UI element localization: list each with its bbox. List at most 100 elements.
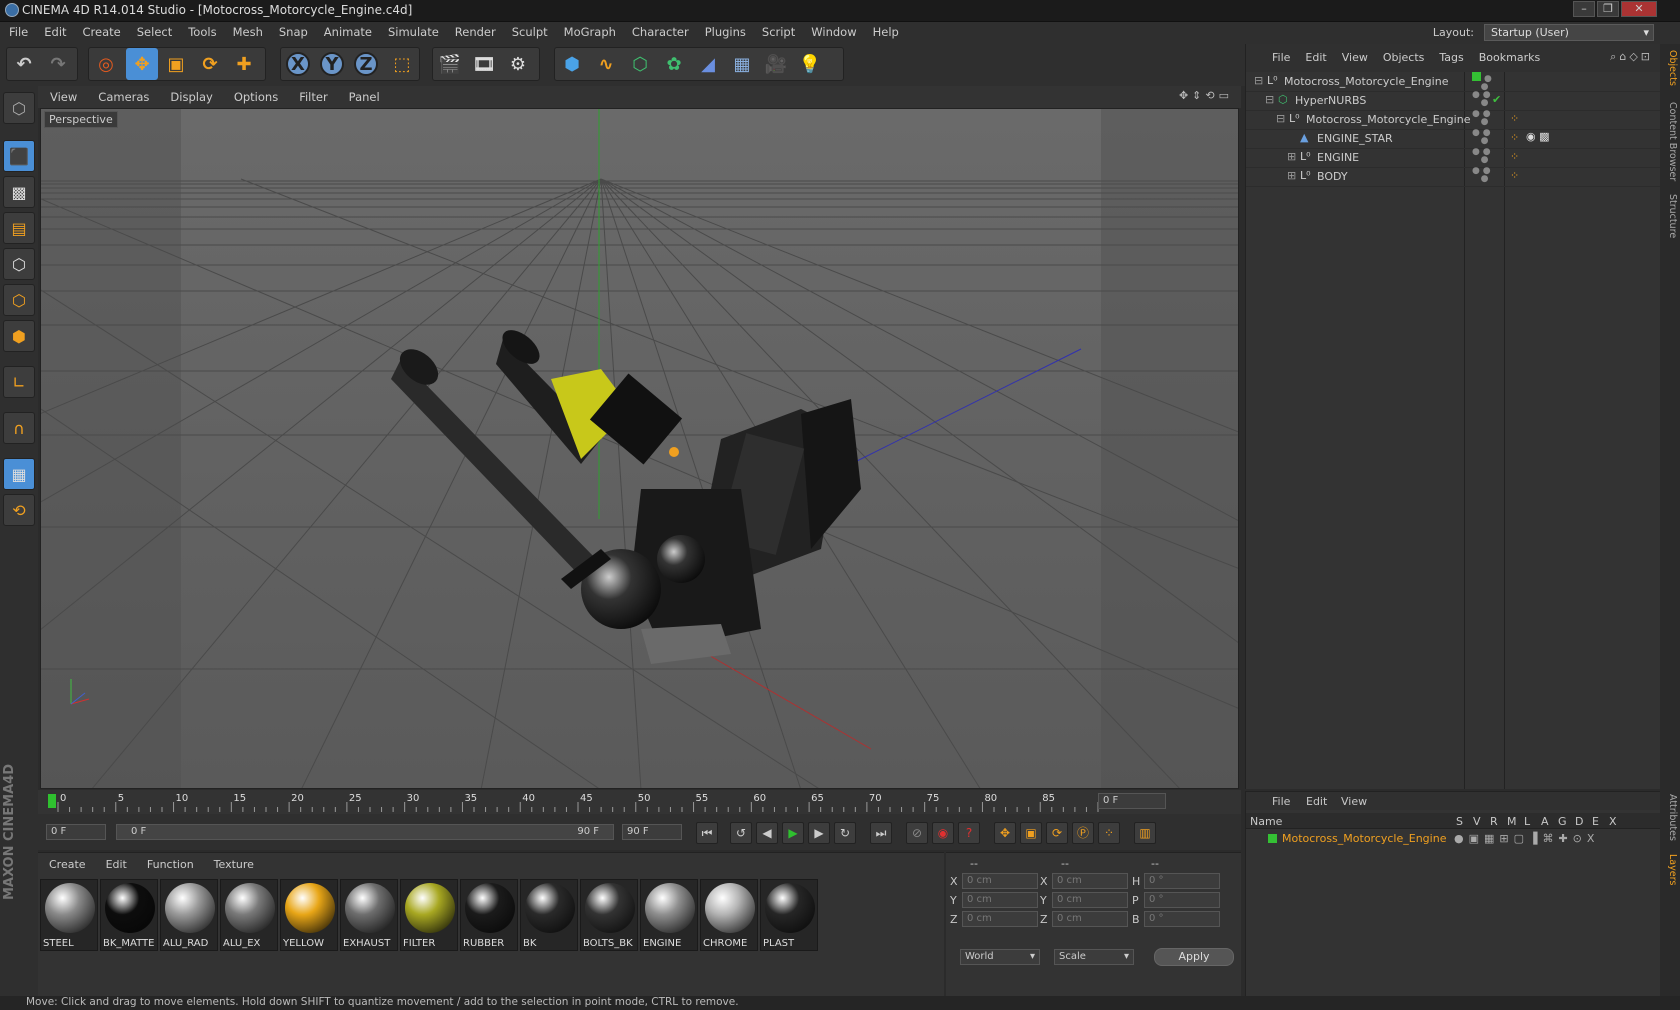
nurbs-subdivision-icon[interactable]: ⬡ [624, 48, 656, 80]
coord-mode-dropdown[interactable]: World ▾ [960, 949, 1040, 965]
scale-key-icon[interactable]: ▣ [1020, 822, 1042, 844]
material-bolts-bk[interactable]: BOLTS_BK [580, 879, 638, 951]
layer-col-a[interactable]: A [1541, 815, 1549, 828]
camera-icon[interactable]: 🎥 [760, 48, 792, 80]
menu-edit[interactable]: Edit [35, 22, 73, 39]
points-mode-icon[interactable]: ⬡ [3, 248, 35, 280]
menu-plugins[interactable]: Plugins [696, 22, 753, 39]
menu-script[interactable]: Script [753, 22, 802, 39]
close-button[interactable]: ✕ [1621, 1, 1657, 17]
previous-key-icon[interactable]: ↺ [730, 822, 752, 844]
render-settings-icon[interactable]: ⚙ [502, 48, 534, 80]
coord-pos-field[interactable]: 0 cm [962, 892, 1038, 908]
polygons-mode-icon[interactable]: ⬢ [3, 320, 35, 352]
material-engine[interactable]: ENGINE [640, 879, 698, 951]
model-mode-icon[interactable]: ⬛ [3, 140, 35, 172]
menu-help[interactable]: Help [864, 22, 906, 39]
object-name[interactable]: HyperNURBS [1295, 94, 1366, 107]
visibility-dots-icon[interactable]: ● ● ● [1472, 148, 1491, 165]
layer-col-s[interactable]: S [1456, 815, 1463, 828]
viewport-menu-view[interactable]: View [38, 86, 86, 104]
object-name[interactable]: ENGINE_STAR [1317, 132, 1393, 145]
undo-icon[interactable]: ↶ [8, 48, 40, 80]
timeline-ruler[interactable]: 051015202530354045505560657075808590 0 F [38, 790, 1241, 814]
light-bulb-icon[interactable]: 💡 [794, 48, 826, 80]
tab-attributes[interactable]: Attributes [1662, 794, 1678, 841]
viewport-camera-label[interactable]: Perspective [44, 111, 118, 128]
current-frame-field[interactable]: 0 F [1098, 793, 1166, 809]
render-picture-viewer-icon[interactable]: 🎞 [468, 48, 500, 80]
viewport-menu-filter[interactable]: Filter [287, 86, 336, 104]
menu-simulate[interactable]: Simulate [379, 22, 446, 39]
axis-mode-icon[interactable]: ∟ [3, 366, 35, 398]
material-bk-matte[interactable]: BK_MATTE [100, 879, 158, 951]
object-menu-objects[interactable]: Objects [1374, 44, 1431, 64]
rotation-key-icon[interactable]: ⟳ [1046, 822, 1068, 844]
next-frame-icon[interactable]: ▶ [808, 822, 830, 844]
make-editable-icon[interactable]: ⬡ [3, 92, 35, 124]
material-rubber[interactable]: RUBBER [460, 879, 518, 951]
tab-objects[interactable]: Objects [1662, 50, 1678, 86]
material-steel[interactable]: STEEL [40, 879, 98, 951]
menu-create[interactable]: Create [74, 22, 128, 39]
perspective-viewport[interactable]: Perspective [40, 108, 1239, 789]
position-key-icon[interactable]: ✥ [994, 822, 1016, 844]
phong-tag-icon[interactable]: ⁘ [1510, 150, 1519, 163]
play-forward-icon[interactable]: ▶ [782, 822, 804, 844]
autokeying-icon[interactable]: ◉ [932, 822, 954, 844]
visibility-dots-icon[interactable]: ● ● ● [1472, 91, 1491, 108]
scale-tool-icon[interactable]: ▣ [160, 48, 192, 80]
workplane-mode-icon[interactable]: ▤ [3, 212, 35, 244]
layer-col-m[interactable]: M [1507, 815, 1517, 828]
search-icon[interactable]: ⌕⌂◇⊡ [1610, 50, 1653, 64]
add-object-tool-icon[interactable]: ✚ [228, 48, 260, 80]
render-view-icon[interactable]: 🎬 [434, 48, 466, 80]
record-active-objects-icon[interactable]: ⊘ [906, 822, 928, 844]
object-row[interactable]: ▲ ENGINE_STAR ● ● ● ⁘ ◉ ▩ [1246, 129, 1661, 149]
material-menu-function[interactable]: Function [136, 853, 203, 871]
expand-toggle-icon[interactable]: ⊞ [1287, 150, 1296, 163]
redo-icon[interactable]: ↷ [42, 48, 74, 80]
layer-toggles-icons[interactable]: ●▣▦⊞▢▐⌘✚⊙X [1454, 832, 1599, 845]
material-menu-edit[interactable]: Edit [95, 853, 136, 871]
object-name[interactable]: ENGINE [1317, 151, 1359, 164]
viewport-menu-options[interactable]: Options [222, 86, 287, 104]
layer-row[interactable]: Motocross_Motorcycle_Engine ●▣▦⊞▢▐⌘✚⊙X [1246, 830, 1661, 848]
maximize-button[interactable]: ❐ [1597, 1, 1619, 17]
viewport-menu-display[interactable]: Display [158, 86, 221, 104]
goto-start-icon[interactable]: ⏮ [696, 822, 718, 844]
layer-menu-file[interactable]: File [1272, 795, 1290, 808]
layout-dropdown[interactable]: Startup (User) ▾ [1484, 24, 1654, 41]
object-row[interactable]: ⊞ L⁰ BODY ● ● ● ⁘ [1246, 167, 1661, 187]
object-row[interactable]: ⊞ L⁰ ENGINE ● ● ● ⁘ [1246, 148, 1661, 168]
phong-tag-icon[interactable]: ⁘ [1510, 112, 1519, 125]
material-alu-ex[interactable]: ALU_EX [220, 879, 278, 951]
expand-toggle-icon[interactable]: ⊟ [1265, 93, 1274, 106]
coord-rot-field[interactable]: 0 ° [1144, 911, 1220, 927]
visibility-dots-icon[interactable]: ● ● ● [1472, 129, 1491, 146]
coord-size-field[interactable]: 0 cm [1052, 911, 1128, 927]
expand-toggle-icon[interactable]: ⊞ [1287, 169, 1296, 182]
tab-structure[interactable]: Structure [1662, 194, 1678, 238]
coord-rot-field[interactable]: 0 ° [1144, 892, 1220, 908]
floor-scene-icon[interactable]: ▦ [726, 48, 758, 80]
move-tool-icon[interactable]: ✥ [126, 48, 158, 80]
object-menu-tags[interactable]: Tags [1430, 44, 1469, 64]
layer-menu-view[interactable]: View [1341, 795, 1367, 808]
array-generator-icon[interactable]: ✿ [658, 48, 690, 80]
menu-tools[interactable]: Tools [179, 22, 223, 39]
coord-size-field[interactable]: 0 cm [1052, 892, 1128, 908]
menu-file[interactable]: File [0, 22, 35, 39]
tab-content-browser[interactable]: Content Browser [1662, 102, 1678, 181]
y-axis-lock-button[interactable]: Y [316, 48, 348, 80]
object-name[interactable]: BODY [1317, 170, 1348, 183]
object-menu-bookmarks[interactable]: Bookmarks [1470, 44, 1546, 64]
coord-pos-field[interactable]: 0 cm [962, 873, 1038, 889]
object-menu-view[interactable]: View [1333, 44, 1374, 64]
z-axis-lock-button[interactable]: Z [350, 48, 382, 80]
object-name[interactable]: Motocross_Motorcycle_Engine [1284, 75, 1448, 88]
coord-scale-dropdown[interactable]: Scale ▾ [1054, 949, 1134, 965]
layer-col-l[interactable]: L [1524, 815, 1530, 828]
visibility-dots-icon[interactable]: ● ● [1472, 72, 1492, 92]
point-level-key-icon[interactable]: ⁘ [1098, 822, 1120, 844]
